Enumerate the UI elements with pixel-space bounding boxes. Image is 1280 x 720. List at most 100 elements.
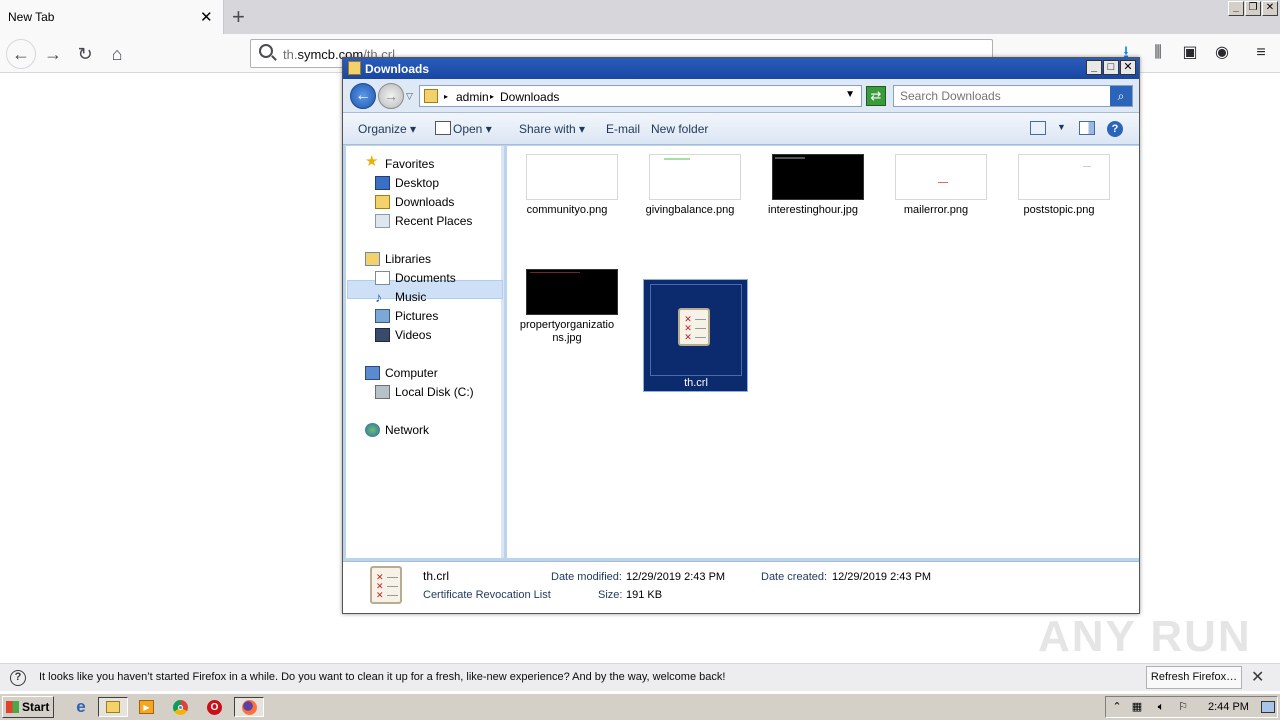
forward-arrow-icon[interactable]: → — [40, 41, 66, 67]
refresh-firefox-button[interactable]: Refresh Firefox… — [1146, 666, 1242, 689]
file-name: givingbalance.png — [645, 204, 735, 216]
command-bar: Organize ▾ Open ▾ Share with ▾ E-mail Ne… — [343, 113, 1139, 145]
forward-button[interactable]: → — [378, 83, 404, 109]
home-icon[interactable]: ⌂ — [104, 41, 130, 67]
nav-libraries[interactable]: Libraries — [365, 250, 431, 269]
nav-network[interactable]: Network — [365, 421, 429, 440]
drive-icon — [375, 385, 390, 399]
file-item[interactable]: interestinghour.jpg — [761, 146, 865, 258]
star-icon: ★ — [365, 153, 379, 170]
music-icon: ♪ — [375, 289, 382, 305]
taskbar: Start e ▶ O ⌃ ▦ 🔈︎ ⚐ 2:44 PM — [0, 693, 1280, 720]
help-icon[interactable]: ? — [1107, 121, 1123, 137]
search-input[interactable] — [894, 86, 1112, 106]
organize-button[interactable]: Organize ▾ — [358, 122, 416, 136]
minimize-icon[interactable]: _ — [1086, 60, 1102, 75]
nav-computer[interactable]: Computer — [365, 364, 438, 383]
show-desktop-icon[interactable] — [1261, 701, 1275, 713]
breadcrumb-arrow-icon[interactable]: ▸ — [444, 92, 448, 101]
nav-documents[interactable]: Documents — [375, 269, 456, 288]
restore-window-icon[interactable]: ❐ — [1245, 1, 1261, 16]
internet-explorer-icon[interactable]: e — [68, 697, 94, 717]
email-button[interactable]: E-mail — [606, 122, 640, 136]
breadcrumb-downloads[interactable]: Downloads — [500, 90, 559, 104]
refresh-icon[interactable]: ⇄ — [866, 86, 886, 106]
minimize-window-icon[interactable]: _ — [1228, 1, 1244, 16]
firefox-icon[interactable] — [234, 697, 264, 717]
opera-icon[interactable]: O — [202, 697, 228, 717]
file-item[interactable]: givingbalance.png — [638, 146, 742, 258]
watermark-logo: ANY RUN — [1038, 612, 1252, 661]
nav-pictures[interactable]: Pictures — [375, 307, 438, 326]
open-button[interactable]: Open ▾ — [453, 122, 492, 136]
tab-close-icon[interactable]: ✕ — [200, 8, 213, 26]
documents-icon — [375, 271, 390, 285]
address-box[interactable]: ▸ admin ▸ Downloads ▼ — [419, 85, 862, 107]
libraries-icon — [365, 252, 380, 266]
view-options-icon[interactable] — [1030, 121, 1046, 135]
nav-videos[interactable]: Videos — [375, 326, 431, 345]
breadcrumb-admin[interactable]: admin — [456, 90, 489, 104]
explorer-title-bar[interactable]: Downloads _ □ ✕ — [343, 58, 1139, 79]
explorer-taskbar-icon[interactable] — [98, 697, 128, 717]
chevron-down-icon[interactable]: ▼ — [1057, 122, 1066, 132]
date-modified-value: 12/29/2019 2:43 PM — [626, 571, 726, 583]
tab-new-tab[interactable]: New Tab ✕ — [0, 0, 224, 34]
chevron-down-icon[interactable]: ▼ — [845, 89, 855, 100]
file-item[interactable]: mailerror.png — [884, 146, 988, 258]
file-name: communityo.png — [526, 204, 608, 216]
new-tab-plus-icon[interactable]: + — [232, 4, 245, 30]
file-item-selected[interactable]: ✕ ✕ ✕ th.crl — [643, 279, 748, 392]
maximize-icon[interactable]: □ — [1103, 60, 1119, 75]
question-icon: ? — [10, 670, 26, 686]
file-item[interactable]: poststopic.png — [1007, 146, 1111, 258]
image-thumbnail — [649, 154, 741, 200]
network-tray-icon[interactable]: ▦ — [1130, 700, 1144, 714]
address-bar-row: ← → ▽ ▸ admin ▸ Downloads ▼ ⇄ ⌕ — [343, 79, 1139, 113]
file-name: poststopic.png — [1023, 204, 1095, 216]
back-button[interactable]: ← — [350, 83, 376, 109]
chrome-icon[interactable] — [168, 697, 194, 717]
library-icon[interactable]: ⫼ — [1146, 41, 1170, 65]
system-tray: ⌃ ▦ 🔈︎ ⚐ 2:44 PM — [1105, 696, 1278, 718]
pictures-icon — [375, 309, 390, 323]
close-icon[interactable]: ✕ — [1120, 60, 1136, 75]
file-item[interactable]: communityo.png — [515, 146, 619, 258]
volume-icon[interactable]: 🔈︎ — [1154, 700, 1168, 714]
reload-icon[interactable]: ↻ — [72, 41, 98, 67]
nav-downloads[interactable]: Downloads — [375, 193, 454, 212]
nav-recent-places[interactable]: Recent Places — [375, 212, 472, 231]
history-dropdown-icon[interactable]: ▽ — [406, 91, 413, 102]
file-item[interactable]: propertyorganizatio ns.jpg — [515, 261, 619, 373]
menu-hamburger-icon[interactable]: ≡ — [1249, 41, 1273, 65]
nav-favorites[interactable]: ★ Favorites — [365, 154, 434, 174]
size-label: Size: — [598, 589, 623, 601]
clock[interactable]: 2:44 PM — [1208, 701, 1249, 713]
close-icon[interactable]: ✕ — [1251, 667, 1264, 687]
tab-title: New Tab — [8, 10, 55, 24]
file-name: th.crl — [684, 377, 708, 389]
desktop-icon — [375, 176, 390, 190]
close-window-icon[interactable]: ✕ — [1262, 1, 1278, 16]
new-folder-button[interactable]: New folder — [651, 122, 708, 136]
start-button[interactable]: Start — [2, 696, 54, 718]
breadcrumb-arrow-icon[interactable]: ▸ — [490, 92, 494, 101]
preview-pane-icon[interactable] — [1079, 121, 1095, 135]
date-created-value: 12/29/2019 2:43 PM — [832, 571, 932, 583]
search-box[interactable]: ⌕ — [893, 85, 1133, 107]
show-hidden-icons-icon[interactable]: ⌃ — [1110, 700, 1124, 714]
flag-icon[interactable]: ⚐ — [1176, 700, 1190, 714]
image-thumbnail — [526, 269, 618, 315]
share-with-button[interactable]: Share with ▾ — [519, 122, 585, 136]
size-value: 191 KB — [626, 589, 663, 601]
nav-music[interactable]: ♪ Music — [375, 288, 426, 307]
media-player-icon[interactable]: ▶ — [134, 697, 160, 717]
sidebar-icon[interactable]: ▣ — [1178, 41, 1202, 65]
account-icon[interactable]: ◉ — [1210, 41, 1234, 65]
nav-local-disk[interactable]: Local Disk (C:) — [375, 383, 474, 402]
date-created-label: Date created: — [761, 571, 828, 583]
nav-desktop[interactable]: Desktop — [375, 174, 439, 193]
back-arrow-icon[interactable]: ← — [6, 39, 36, 69]
search-icon[interactable]: ⌕ — [1110, 86, 1132, 106]
file-name: propertyorganizatio ns.jpg — [519, 319, 615, 344]
